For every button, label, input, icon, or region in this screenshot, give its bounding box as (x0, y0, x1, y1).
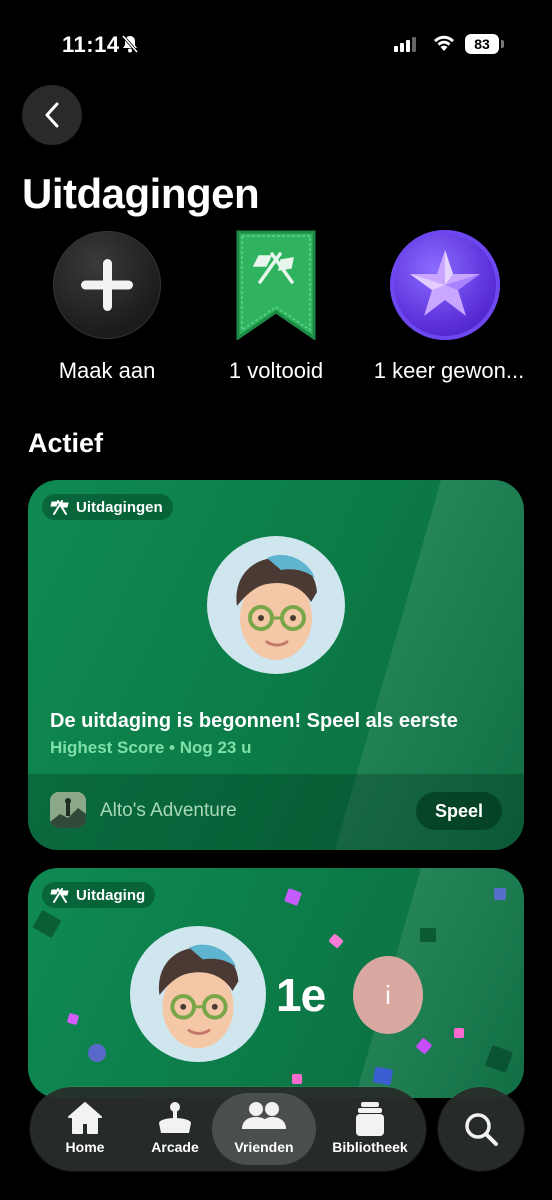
confetti (454, 1028, 464, 1038)
status-time: 11:14 (62, 32, 120, 57)
challenge-card[interactable]: Uitdaging 1e i (28, 868, 524, 1098)
challenge-tag: Uitdaging (42, 882, 156, 908)
challenge-tag: Uitdagingen (42, 494, 173, 520)
library-icon (355, 1101, 385, 1142)
tab-label: Arcade (151, 1139, 199, 1155)
chevron-left-icon (45, 102, 59, 128)
page-title: Uitdagingen (22, 170, 260, 217)
card-subtitle: Highest Score • Nog 23 u (50, 738, 252, 757)
confetti (292, 1074, 302, 1084)
flags-icon (50, 500, 69, 515)
friends-icon (241, 1101, 287, 1136)
memoji-avatar-icon (236, 554, 317, 660)
game-icon (50, 792, 86, 828)
tab-label: Bibliotheek (332, 1139, 408, 1155)
memoji-avatar-icon (159, 944, 239, 1049)
confetti (420, 928, 436, 942)
confetti (494, 888, 506, 900)
star-medal-icon[interactable] (390, 230, 500, 340)
create-challenge-button[interactable] (53, 231, 161, 339)
confetti (328, 933, 344, 949)
cellular-signal-icon (394, 36, 420, 57)
joystick-icon (155, 1101, 195, 1142)
play-button[interactable]: Speel (416, 792, 502, 830)
confetti (284, 888, 302, 906)
wifi-icon (432, 34, 456, 57)
tag-label: Uitdagingen (76, 498, 163, 516)
create-label[interactable]: Maak aan (22, 358, 192, 384)
card-footer: Alto's Adventure Speel (28, 774, 524, 850)
rank-label: 1e (276, 969, 326, 1021)
tab-label: Home (65, 1139, 105, 1155)
tab-home[interactable]: Home (48, 1087, 122, 1171)
opponent-avatar: i (353, 956, 423, 1034)
card-headline: De uitdaging is begonnen! Speel als eers… (50, 710, 458, 732)
confetti (88, 1044, 106, 1062)
tag-label: Uitdaging (76, 886, 146, 904)
tab-friends[interactable]: Vrienden (212, 1093, 316, 1165)
section-title-active: Actief (28, 428, 104, 458)
confetti (66, 1012, 80, 1026)
tab-arcade[interactable]: Arcade (134, 1087, 216, 1171)
plus-icon (81, 259, 133, 311)
avatar (207, 536, 345, 674)
game-name: Alto's Adventure (100, 800, 237, 821)
tab-bar: Home Arcade Vrienden Bibliotheek (30, 1087, 426, 1171)
challenge-card[interactable]: Uitdagingen De uitdaging is begonnen! Sp… (28, 480, 524, 850)
back-button[interactable] (22, 85, 82, 145)
avatar (130, 926, 266, 1062)
home-icon (67, 1101, 103, 1140)
completed-label[interactable]: 1 voltooid (191, 358, 361, 384)
confetti (32, 909, 62, 939)
status-bar: 11:14 83 (0, 0, 552, 80)
tab-label: Vrienden (234, 1139, 294, 1155)
battery-level: 83 (465, 34, 499, 54)
confetti (372, 1066, 394, 1086)
tab-library[interactable]: Bibliotheek (318, 1087, 422, 1171)
flags-banner-icon[interactable] (236, 230, 316, 345)
search-button[interactable] (438, 1087, 524, 1171)
flags-icon (50, 888, 69, 903)
won-label[interactable]: 1 keer gewon... (360, 358, 538, 384)
silent-bell-icon (120, 34, 140, 59)
search-icon (465, 1113, 498, 1146)
battery-cap (501, 40, 504, 48)
